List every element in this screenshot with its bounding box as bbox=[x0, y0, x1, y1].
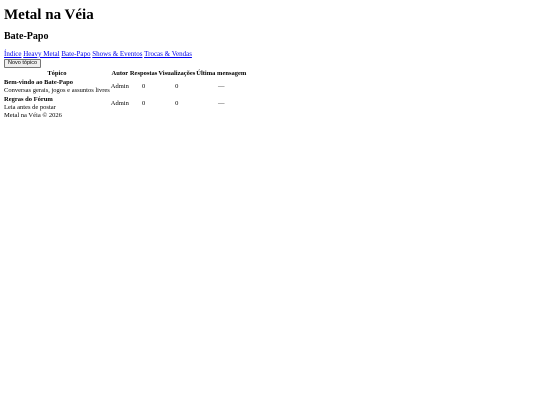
forum-nav: Índice Heavy Metal Bate-Papo Shows & Eve… bbox=[4, 50, 540, 58]
header-ultima-mensagem: Última mensagem bbox=[196, 70, 247, 78]
header-visualizacoes: Visualizações bbox=[158, 70, 196, 78]
topic-description: Conversas gerais, jogos e assuntos livre… bbox=[4, 86, 110, 94]
header-autor: Autor bbox=[111, 70, 129, 78]
author-cell: Admin bbox=[110, 99, 129, 107]
topic-title[interactable]: Bem-vindo ao Bate-Papo bbox=[4, 79, 110, 87]
footer: Metal na Véia © 2026 bbox=[4, 112, 62, 120]
topics-table: Tópico Autor Respostas Visualizações Últ… bbox=[3, 69, 247, 112]
author-cell: Admin bbox=[110, 83, 129, 91]
header-respostas: Respostas bbox=[129, 70, 158, 78]
topic-title[interactable]: Regras do Fórum bbox=[4, 96, 110, 104]
topic-cell[interactable]: Bem-vindo ao Bate-Papo Conversas gerais,… bbox=[4, 79, 110, 95]
last-message-cell: — bbox=[218, 83, 225, 91]
replies-cell: 0 bbox=[141, 83, 146, 91]
nav-link-bate-papo[interactable]: Bate-Papo bbox=[61, 50, 90, 58]
table-header-row: Tópico Autor Respostas Visualizações Últ… bbox=[4, 70, 246, 78]
nav-link-indice[interactable]: Índice bbox=[4, 50, 22, 58]
topic-description: Leia antes de postar bbox=[4, 103, 56, 111]
new-topic-button[interactable]: Novo tópico bbox=[4, 59, 42, 69]
table-row[interactable]: Regras do Fórum Leia antes de postar Adm… bbox=[4, 96, 246, 112]
header-topico: Tópico bbox=[47, 70, 67, 78]
replies-cell: 0 bbox=[141, 99, 146, 107]
nav-link-shows-eventos[interactable]: Shows & Eventos bbox=[92, 50, 142, 58]
topic-link[interactable]: Regras do Fórum bbox=[4, 96, 110, 104]
page: Metal na Véia Bate-Papo Índice Heavy Met… bbox=[0, 0, 540, 120]
last-message-cell: — bbox=[218, 99, 225, 107]
views-cell: 0 bbox=[175, 83, 179, 91]
topic-cell[interactable]: Regras do Fórum Leia antes de postar bbox=[4, 96, 110, 112]
nav-link-heavy-metal[interactable]: Heavy Metal bbox=[23, 50, 59, 58]
page-title: Bate-Papo bbox=[4, 31, 49, 42]
site-title: Metal na Véia bbox=[4, 7, 94, 23]
nav-link-trocas-vendas[interactable]: Trocas & Vendas bbox=[144, 50, 192, 58]
table-row[interactable]: Bem-vindo ao Bate-Papo Conversas gerais,… bbox=[4, 79, 246, 95]
views-cell: 0 bbox=[175, 99, 179, 107]
topic-link[interactable]: Bem-vindo ao Bate-Papo bbox=[4, 79, 110, 87]
